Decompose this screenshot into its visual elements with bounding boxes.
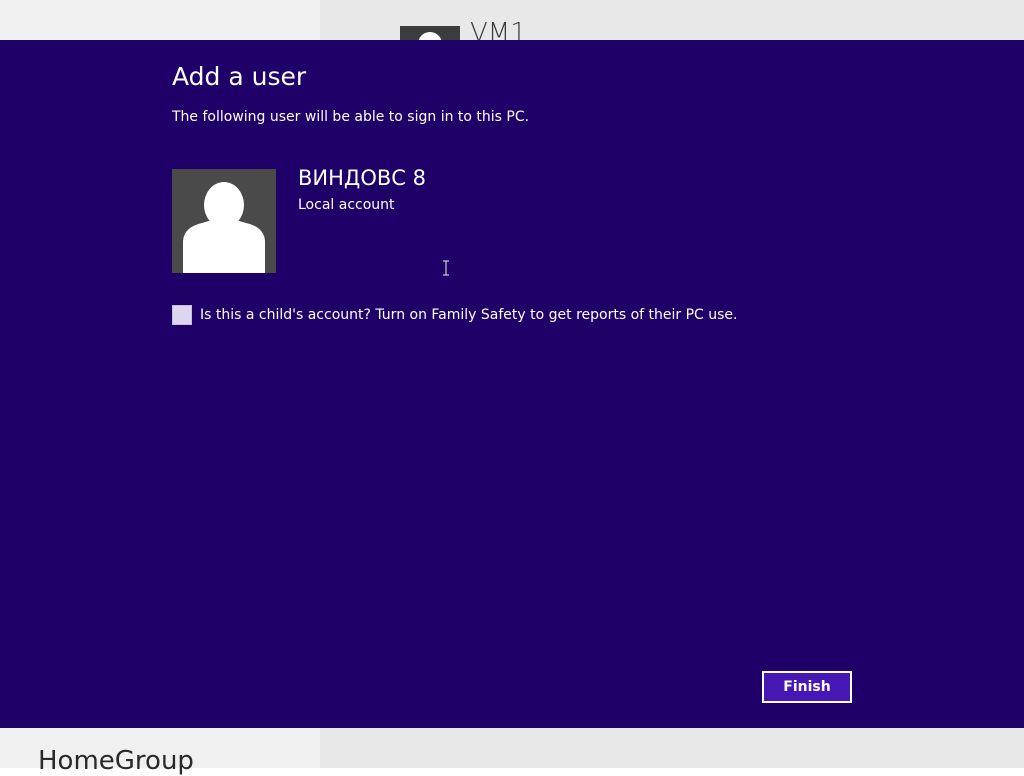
dialog-title: Add a user bbox=[172, 62, 307, 91]
child-account-label[interactable]: Is this a child's account? Turn on Famil… bbox=[200, 307, 738, 323]
text-cursor-icon bbox=[443, 260, 449, 276]
account-type: Local account bbox=[298, 197, 395, 213]
finish-button[interactable]: Finish bbox=[762, 671, 852, 703]
dialog-subtitle: The following user will be able to sign … bbox=[172, 109, 530, 125]
child-account-checkbox[interactable] bbox=[172, 305, 192, 325]
add-user-dialog: Add a user The following user will be ab… bbox=[0, 40, 1024, 728]
user-avatar bbox=[172, 169, 276, 273]
user-silhouette-icon bbox=[172, 169, 276, 273]
user-name: ВИНДОВС 8 bbox=[298, 166, 426, 190]
child-account-row[interactable]: Is this a child's account? Turn on Famil… bbox=[172, 305, 738, 325]
homegroup-heading: HomeGroup bbox=[38, 746, 194, 776]
